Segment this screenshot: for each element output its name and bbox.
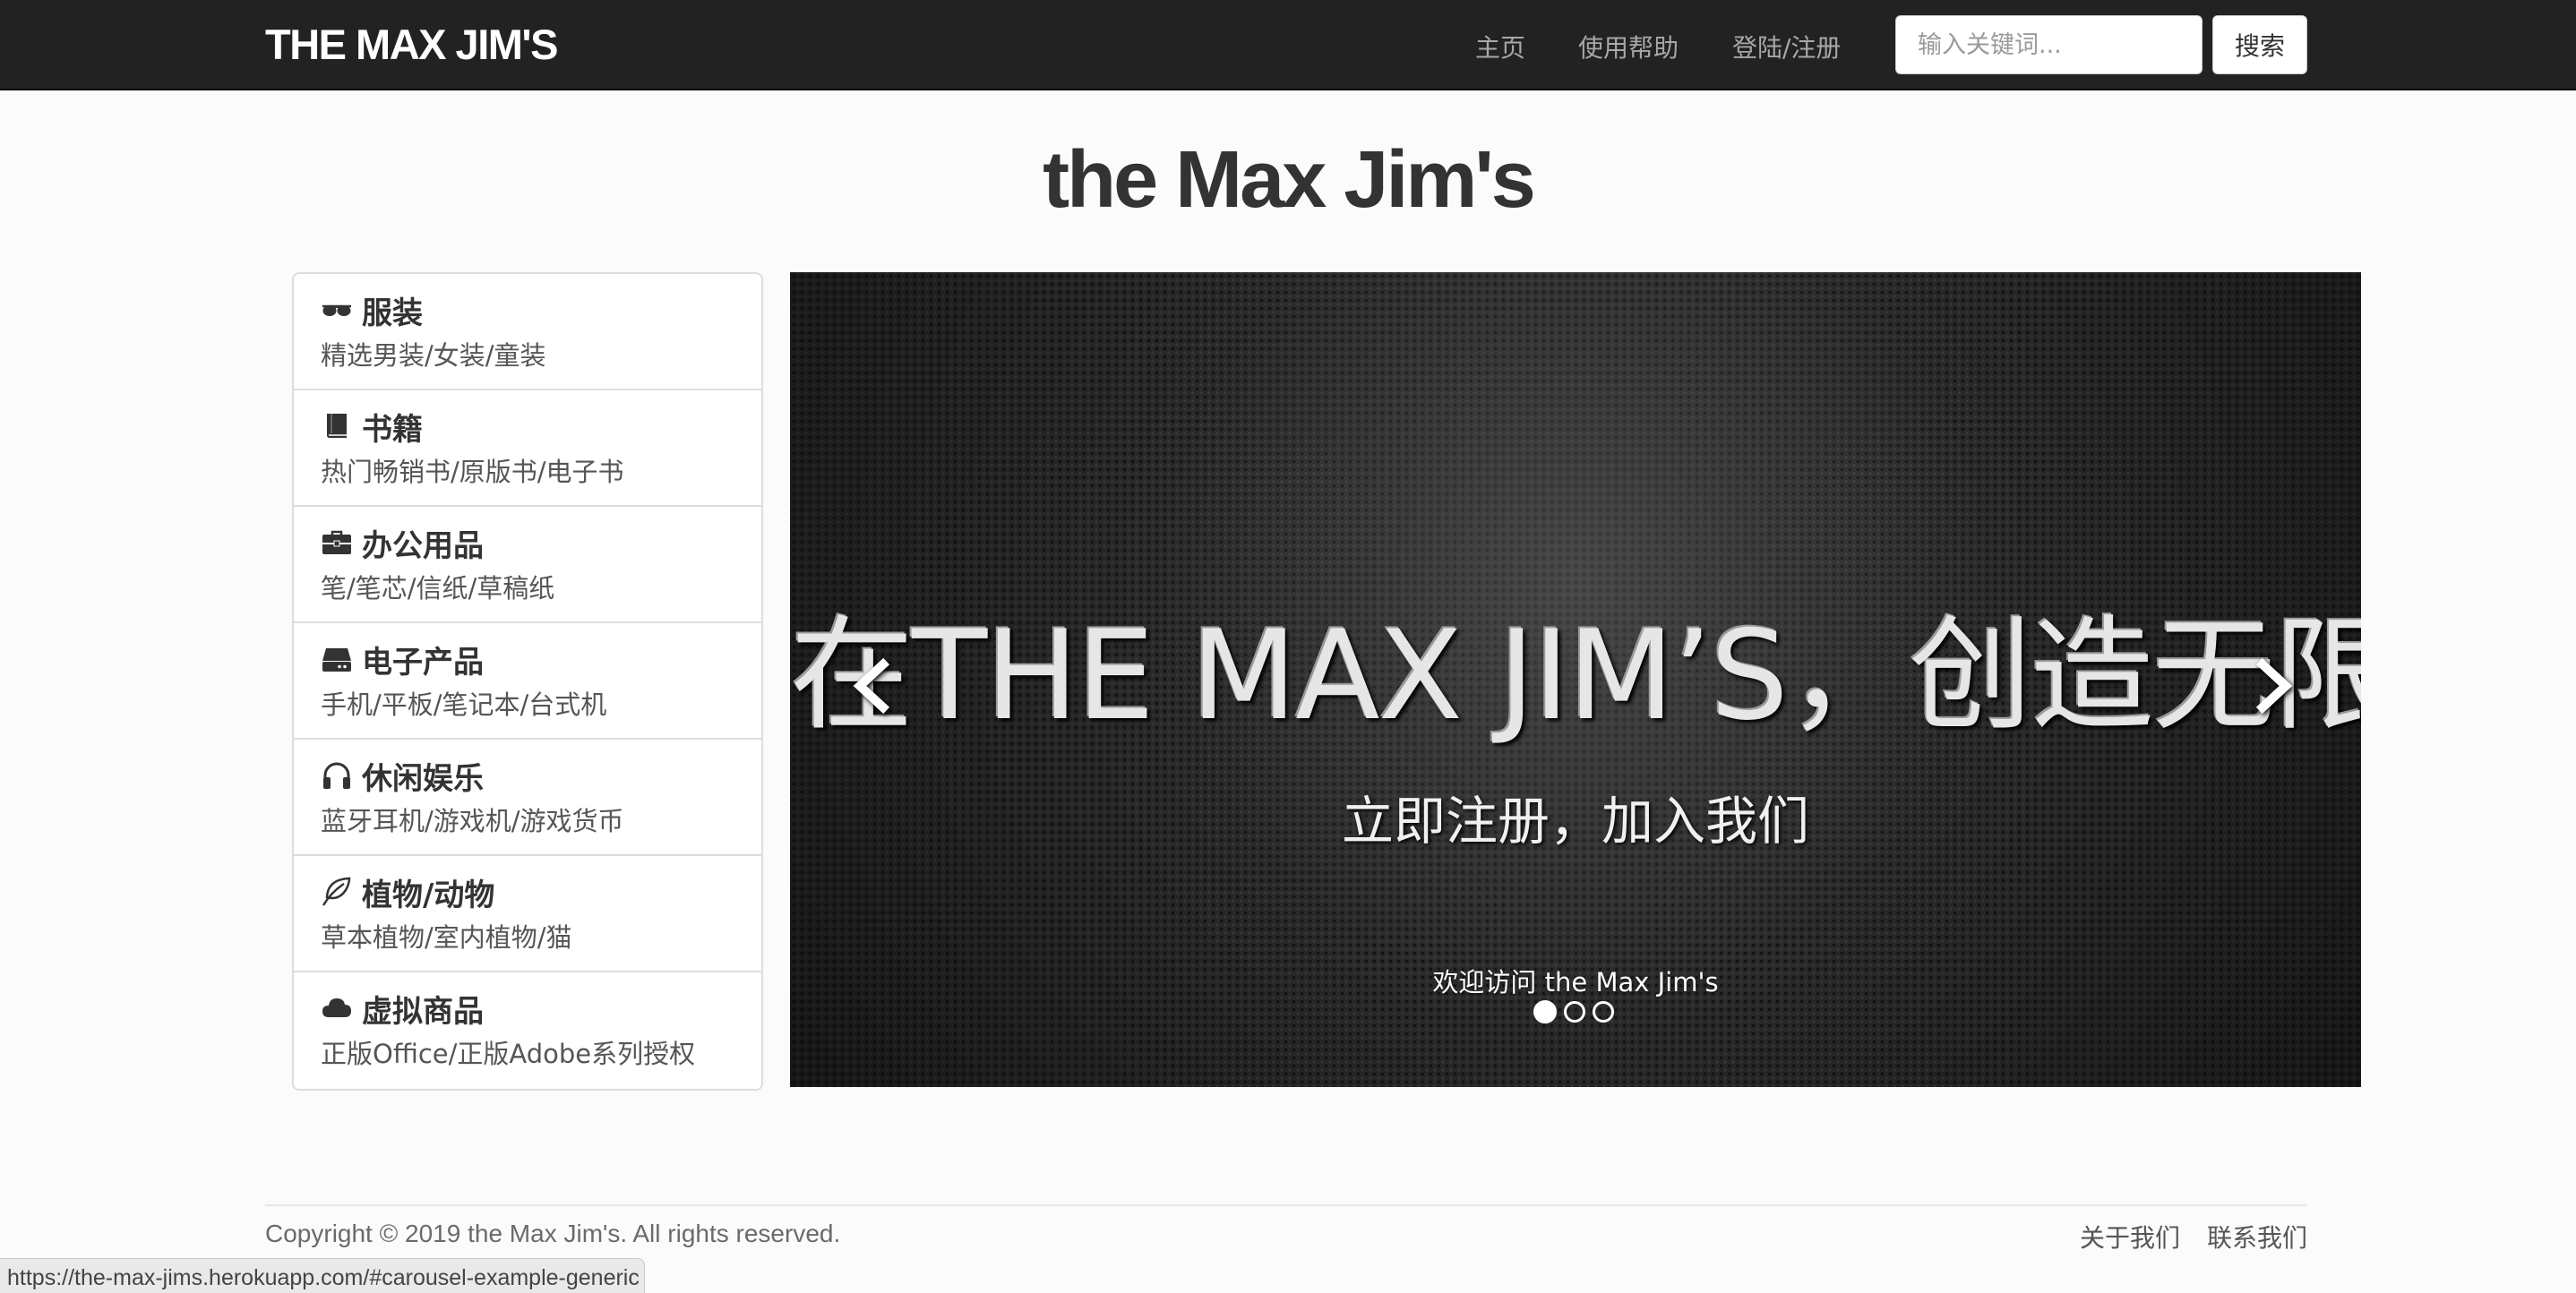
navbar-brand[interactable]: THE MAX JIM'S [265,20,558,69]
category-subtitle: 手机/平板/笔记本/台式机 [321,689,607,720]
category-title: 服装 [362,295,423,331]
carousel-indicators [1533,1000,1614,1023]
category-item-virtual-goods[interactable]: 虚拟商品 正版Office/正版Adobe系列授权 [294,972,761,1089]
carousel-headline: 在THE MAX JIM’S，创造无限可能 [790,604,2361,748]
nav-link-help[interactable]: 使用帮助 [1578,29,1679,64]
category-item-clothing[interactable]: 服装 精选男装/女装/童装 [294,274,761,390]
category-item-entertainment[interactable]: 休闲娱乐 蓝牙耳机/游戏机/游戏货币 [294,740,761,856]
carousel-indicator-2[interactable] [1564,1001,1585,1023]
category-item-plants-animals[interactable]: 植物/动物 草本植物/室内植物/猫 [294,856,761,972]
book-icon [321,410,353,442]
category-title: 书籍 [362,411,423,448]
headphones-icon [321,759,353,792]
category-subtitle: 正版Office/正版Adobe系列授权 [321,1039,696,1069]
sunglasses-icon [321,294,353,326]
carousel-indicator-1[interactable] [1533,1000,1557,1023]
top-navbar: THE MAX JIM'S 主页 使用帮助 登陆/注册 搜索 [0,0,2576,90]
carousel[interactable]: 在THE MAX JIM’S，创造无限可能 立即注册，加入我们 欢迎访问 the… [790,272,2361,1087]
carousel-subline: 立即注册，加入我们 [1341,791,1809,852]
nav-link-home[interactable]: 主页 [1475,29,1525,64]
category-item-books[interactable]: 书籍 热门畅销书/原版书/电子书 [294,390,761,507]
category-title: 休闲娱乐 [362,760,484,797]
category-subtitle: 笔/笔芯/信纸/草稿纸 [321,573,555,604]
page-title: the Max Jim's [1043,135,1536,225]
footer-link-contact[interactable]: 联系我们 [2207,1219,2307,1254]
footer-divider [265,1204,2307,1206]
category-item-office[interactable]: 办公用品 笔/笔芯/信纸/草稿纸 [294,507,761,623]
search-input[interactable] [1895,15,2202,74]
category-title: 办公用品 [362,527,484,564]
category-title: 虚拟商品 [362,993,484,1030]
category-title: 植物/动物 [362,877,495,913]
footer-copyright: Copyright © 2019 the Max Jim's. All righ… [265,1220,841,1247]
category-subtitle: 草本植物/室内植物/猫 [321,922,572,953]
leaf-icon [321,876,353,908]
category-subtitle: 精选男装/女装/童装 [321,340,546,371]
category-item-electronics[interactable]: 电子产品 手机/平板/笔记本/台式机 [294,623,761,740]
search-button[interactable]: 搜索 [2212,15,2307,74]
footer-link-about[interactable]: 关于我们 [2080,1219,2180,1254]
carousel-indicator-3[interactable] [1593,1001,1614,1023]
nav-link-login-register[interactable]: 登陆/注册 [1732,29,1841,64]
browser-status-bar: https://the-max-jims.herokuapp.com/#caro… [0,1258,645,1293]
category-title: 电子产品 [362,644,484,681]
cloud-icon [321,992,353,1024]
carousel-prev-arrow[interactable] [835,632,906,740]
carousel-next-arrow[interactable] [2239,632,2311,740]
hard-drive-icon [321,643,353,675]
carousel-caption: 欢迎访问 the Max Jim's [1432,967,1719,998]
category-list: 服装 精选男装/女装/童装 书籍 热门畅销书/原版书/电子书 办公用品 笔/笔芯… [292,272,763,1091]
category-subtitle: 蓝牙耳机/游戏机/游戏货币 [321,806,624,836]
briefcase-icon [321,527,353,559]
category-subtitle: 热门畅销书/原版书/电子书 [321,457,624,487]
